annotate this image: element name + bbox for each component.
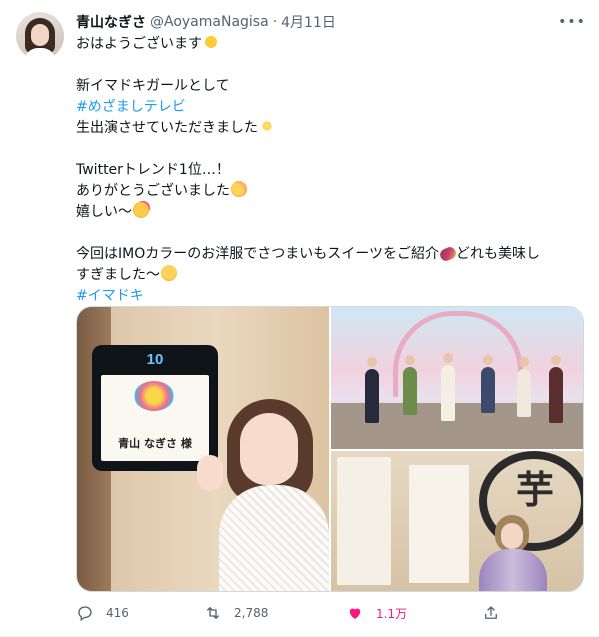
flushed-face-emoji-icon <box>231 181 247 197</box>
like-button[interactable]: 1.1万 <box>346 600 407 626</box>
text-line: 生出演させていただきました <box>76 120 258 136</box>
header-separator: · <box>272 14 278 30</box>
smiling-face-with-hearts-emoji-icon <box>133 202 149 218</box>
retweet-icon <box>207 607 219 619</box>
tweet-actions: 416 2,788 1.1万 <box>76 600 584 626</box>
tweet-header: 青山なぎさ @AoyamaNagisa · 4月11日 <box>76 12 336 32</box>
text-line: 新イマドキガールとして <box>76 78 230 94</box>
reply-count: 416 <box>106 606 129 620</box>
hashtag-link[interactable]: #イマドキ <box>76 288 144 304</box>
tweet-date[interactable]: 4月11日 <box>281 12 336 32</box>
reply-button[interactable]: 416 <box>76 600 129 626</box>
mezamashi-logo-icon <box>134 381 174 411</box>
photo-studio-group[interactable] <box>331 307 583 449</box>
text-line: 嬉しい〜 <box>76 204 132 220</box>
sun-emoji-icon <box>203 34 219 50</box>
sparkles-emoji-icon <box>258 117 276 135</box>
name-card-text: 青山 なぎさ 様 <box>118 437 192 450</box>
photo-shop-front[interactable]: 芋 <box>331 451 583 591</box>
like-count: 1.1万 <box>376 606 408 621</box>
plate-number: 10 <box>146 351 164 368</box>
relieved-face-emoji-icon <box>161 265 177 281</box>
share-icon <box>485 606 497 619</box>
author-handle[interactable]: @AoyamaNagisa <box>150 14 269 30</box>
photo-dressing-room[interactable]: 10 青山 なぎさ 様 <box>77 307 329 591</box>
heart-icon <box>349 608 361 619</box>
reply-icon <box>78 606 92 622</box>
text-line: どれも美味し <box>455 246 540 262</box>
text-line: 今回はIMOカラーのお洋服でさつまいもスイーツをご紹介 <box>76 246 439 262</box>
author-name[interactable]: 青山なぎさ <box>76 12 146 32</box>
tweet-text: おはようございます 新イマドキガールとして #めざましテレビ 生出演させていただ… <box>76 34 584 307</box>
text-line: おはようございます <box>76 36 202 52</box>
hashtag-link[interactable]: #めざましテレビ <box>76 99 186 115</box>
dressing-room-plate: 10 青山 なぎさ 様 <box>92 345 218 471</box>
text-line: すぎました〜 <box>76 267 160 283</box>
sweet-potato-emoji-icon <box>438 245 458 263</box>
text-line: ありがとうございました <box>76 183 230 199</box>
retweet-count: 2,788 <box>234 606 269 620</box>
more-options-icon[interactable]: ••• <box>558 12 585 32</box>
text-line: Twitterトレンド1位…！ <box>76 162 230 178</box>
shop-sign-char: 芋 <box>515 467 554 512</box>
tweet[interactable]: 青山なぎさ @AoyamaNagisa · 4月11日 ••• おはようございま… <box>0 0 599 637</box>
share-button[interactable] <box>482 600 512 626</box>
retweet-button[interactable]: 2,788 <box>204 600 268 626</box>
avatar[interactable] <box>16 12 64 60</box>
media-grid: 10 青山 なぎさ 様 芋 <box>76 306 584 592</box>
